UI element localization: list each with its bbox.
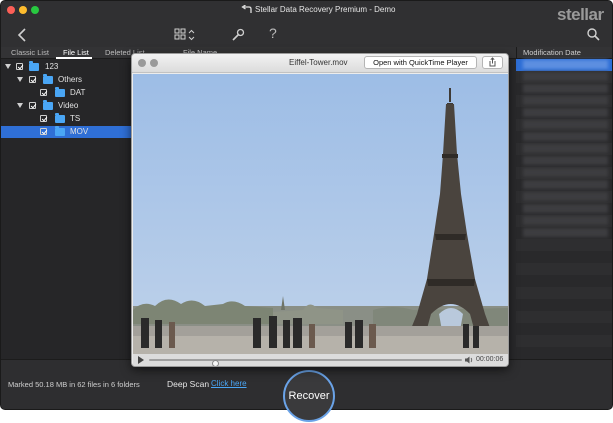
table-row[interactable]	[516, 299, 612, 311]
close-preview-button[interactable]	[138, 59, 146, 67]
preview-filename: Eiffel-Tower.mov	[289, 58, 348, 67]
expand-triangle-icon[interactable]	[17, 77, 23, 82]
redacted-cell	[523, 204, 608, 213]
chevron-left-icon[interactable]	[16, 28, 28, 42]
redacted-cell	[523, 156, 608, 165]
redacted-cell	[523, 120, 608, 129]
checkbox[interactable]	[40, 115, 47, 122]
checkbox[interactable]	[40, 89, 47, 96]
scrubber-handle[interactable]	[212, 360, 219, 366]
redacted-cell	[523, 180, 608, 189]
file-table-rows	[516, 59, 612, 359]
video-time: 00:00:06	[476, 356, 504, 363]
table-row[interactable]	[516, 191, 612, 203]
table-row[interactable]	[516, 323, 612, 335]
redacted-cell	[523, 228, 608, 237]
table-row[interactable]	[516, 119, 612, 131]
folder-icon	[29, 61, 39, 71]
redacted-cell	[523, 108, 608, 117]
grid-view-icon[interactable]	[174, 28, 198, 44]
redacted-cell	[523, 192, 608, 201]
table-row[interactable]	[516, 143, 612, 155]
checkbox[interactable]	[29, 76, 36, 83]
marked-summary: Marked 50.18 MB in 62 files in 6 folders	[8, 380, 140, 389]
table-row[interactable]	[516, 71, 612, 83]
open-with-quicktime-button[interactable]: Open with QuickTime Player	[364, 56, 477, 69]
minimize-window-button[interactable]	[19, 6, 27, 14]
redacted-cell	[523, 216, 608, 225]
redacted-cell	[523, 96, 608, 105]
folder-icon	[43, 74, 53, 84]
wrench-icon[interactable]	[231, 28, 245, 42]
video-frame[interactable]	[133, 74, 508, 354]
recover-arrow-icon	[241, 5, 252, 13]
folder-icon	[55, 126, 65, 136]
fullscreen-preview-button[interactable]	[150, 59, 158, 67]
help-button[interactable]: ?	[269, 25, 277, 41]
table-row[interactable]	[516, 83, 612, 95]
expand-triangle-icon[interactable]	[5, 64, 11, 69]
table-row[interactable]	[516, 275, 612, 287]
table-row[interactable]	[516, 335, 612, 347]
preview-title-bar: Eiffel-Tower.mov Open with QuickTime Pla…	[132, 54, 508, 73]
zoom-window-button[interactable]	[31, 6, 39, 14]
redacted-cell	[523, 72, 608, 81]
table-row[interactable]	[516, 311, 612, 323]
window-title: Stellar Data Recovery Premium - Demo	[255, 5, 396, 14]
tree-item-label: TS	[70, 114, 81, 123]
table-row[interactable]	[516, 131, 612, 143]
video-controls: 00:00:06	[133, 354, 508, 366]
table-row[interactable]	[516, 179, 612, 191]
checkbox[interactable]	[40, 128, 47, 135]
redacted-cell	[523, 132, 608, 141]
column-header-modification-date[interactable]: Modification Date	[523, 48, 581, 57]
stellar-logo: stellar	[557, 5, 604, 24]
tree-item-label: MOV	[70, 127, 89, 136]
tree-item-label: Others	[58, 75, 83, 84]
video-scrubber[interactable]	[149, 359, 462, 366]
redacted-cell	[523, 60, 608, 69]
table-row[interactable]	[516, 251, 612, 263]
table-row[interactable]	[516, 263, 612, 275]
close-window-button[interactable]	[7, 6, 15, 14]
checkbox[interactable]	[16, 63, 23, 70]
table-row[interactable]	[516, 227, 612, 239]
redacted-cell	[523, 84, 608, 93]
folder-icon	[55, 113, 65, 123]
table-row[interactable]	[516, 155, 612, 167]
quick-look-preview: Eiffel-Tower.mov Open with QuickTime Pla…	[131, 53, 509, 367]
column-divider	[516, 47, 517, 59]
table-row[interactable]	[516, 203, 612, 215]
checkbox[interactable]	[29, 102, 36, 109]
folder-icon	[43, 100, 53, 110]
share-icon	[489, 57, 496, 67]
tab-classic-list[interactable]: Classic List	[11, 48, 49, 57]
tab-file-list[interactable]: File List	[63, 48, 89, 57]
play-icon[interactable]	[138, 356, 144, 364]
deep-scan-label: Deep Scan	[167, 379, 210, 389]
table-row[interactable]	[516, 95, 612, 107]
expand-triangle-icon[interactable]	[17, 103, 23, 108]
share-button[interactable]	[482, 56, 503, 69]
tree-item-label: 123	[45, 62, 59, 71]
recover-button[interactable]: Recover	[283, 370, 335, 422]
title-bar: Stellar Data Recovery Premium - Demo ste…	[1, 1, 612, 47]
tree-item-label: DAT	[70, 88, 86, 97]
table-row[interactable]	[516, 167, 612, 179]
eiffel-tower-scene	[133, 74, 508, 354]
active-tab-indicator	[56, 57, 92, 59]
table-row[interactable]	[516, 347, 612, 359]
table-row[interactable]	[516, 215, 612, 227]
redacted-cell	[523, 144, 608, 153]
redacted-cell	[523, 168, 608, 177]
folder-icon	[55, 87, 65, 97]
volume-icon[interactable]	[465, 356, 474, 364]
table-row[interactable]	[516, 59, 612, 71]
table-row[interactable]	[516, 107, 612, 119]
deep-scan-link[interactable]: Click here	[211, 379, 247, 388]
table-row[interactable]	[516, 239, 612, 251]
tree-item-label: Video	[58, 101, 79, 110]
search-icon[interactable]	[587, 28, 600, 41]
table-row[interactable]	[516, 287, 612, 299]
